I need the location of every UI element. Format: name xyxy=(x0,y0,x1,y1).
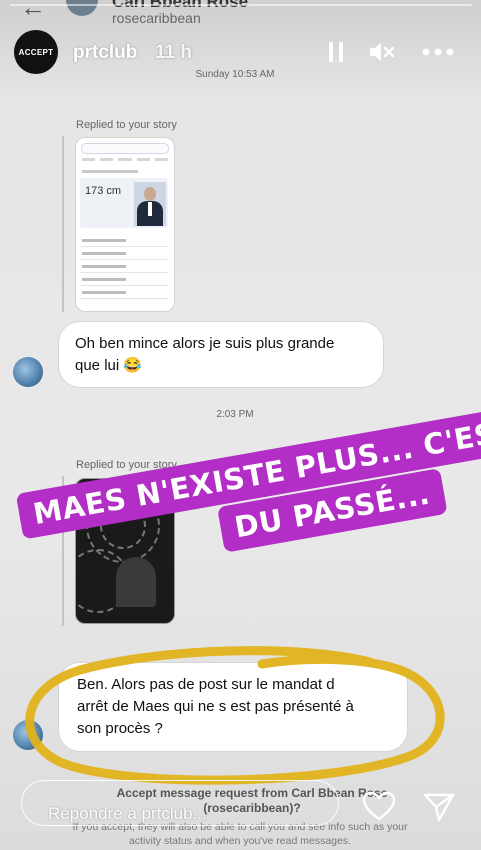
reply-placeholder: Répondre à prtclub... xyxy=(48,804,207,823)
replied-label: Replied to your story xyxy=(76,119,177,131)
text-line xyxy=(82,170,138,173)
person-photo xyxy=(134,182,166,226)
tabs-graphic xyxy=(82,158,169,163)
message-text-line: Oh ben mince alors je suis plus grande xyxy=(75,335,335,352)
list-item xyxy=(80,275,168,286)
pause-icon[interactable] xyxy=(325,38,347,66)
more-options-icon[interactable] xyxy=(420,38,456,66)
mute-icon[interactable] xyxy=(368,38,396,66)
timestamp: Sunday 10:53 AM xyxy=(195,69,275,80)
contact-avatar xyxy=(66,0,98,16)
story-progress-bar xyxy=(10,4,472,6)
search-bar-graphic xyxy=(81,143,169,154)
message-text-line: Ben. Alors pas de post sur le mandat d xyxy=(77,676,335,693)
message-text-line: son procès ? xyxy=(77,720,163,737)
text-sticker[interactable]: MAES N'EXISTE PLUS... C'EST DU PASSÉ... xyxy=(14,404,481,613)
list-item xyxy=(80,249,168,260)
sender-avatar[interactable] xyxy=(13,357,43,387)
message-text-line: arrêt de Maes qui ne s est pas présenté … xyxy=(77,698,354,715)
message-request-info-line: activity status and when you've read mes… xyxy=(128,835,352,847)
contact-handle: rosecaribbean xyxy=(112,10,201,26)
message-bubble[interactable]: Ben. Alors pas de post sur le mandat d a… xyxy=(58,662,408,752)
list-item xyxy=(80,288,168,299)
list-item xyxy=(80,236,168,247)
message-text-line: que lui 😂 xyxy=(75,357,143,374)
reply-rule xyxy=(62,136,64,312)
list-item xyxy=(80,262,168,273)
message-bubble[interactable]: Oh ben mince alors je suis plus grande q… xyxy=(58,321,384,388)
height-value: 173 cm xyxy=(85,185,122,197)
story-username[interactable]: prtclub xyxy=(73,42,137,64)
timestamp: 2:03 PM xyxy=(216,409,254,420)
story-reply-thumbnail[interactable]: 173 cm xyxy=(75,137,175,312)
heart-icon[interactable] xyxy=(361,789,397,823)
story-avatar[interactable]: ACCEPT xyxy=(14,30,58,74)
send-icon[interactable] xyxy=(421,790,457,824)
story-avatar-text: ACCEPT xyxy=(18,47,54,57)
story-time-ago: 11 h xyxy=(155,42,192,63)
story-viewer: ← Carl Bbean Rose rosecaribbean ACCEPT p… xyxy=(0,0,481,850)
sender-avatar[interactable] xyxy=(13,720,43,750)
